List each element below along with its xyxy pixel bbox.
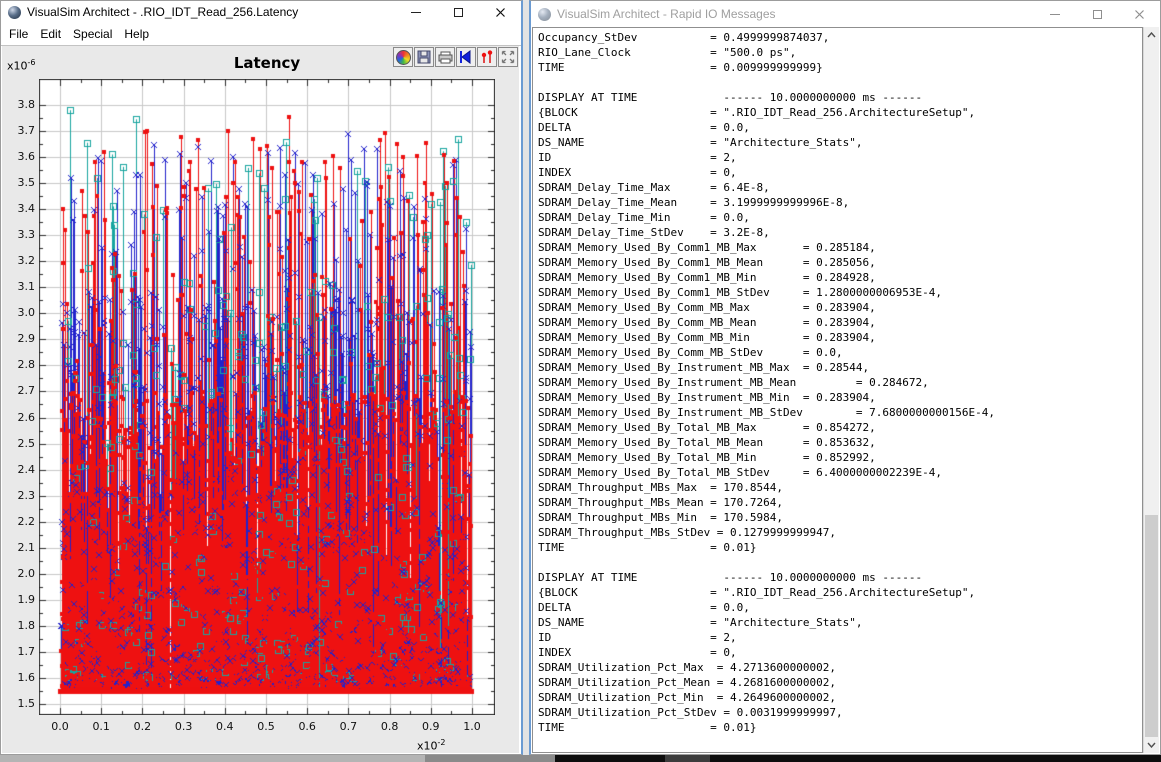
visualsim-app-icon (538, 7, 551, 21)
messages-window-titlebar[interactable]: VisualSim Architect - Rapid IO Messages (531, 1, 1160, 27)
plot-window-titlebar[interactable]: VisualSim Architect - .RIO_IDT_Read_256.… (1, 1, 521, 23)
y-tick-label: 2.5 (17, 436, 36, 450)
y-tick-label: 1.9 (17, 592, 36, 606)
maximize-icon (1092, 9, 1102, 19)
plot-panel: Latency x10-6 x10-2 3.8 3.7 3.6 3.5 3.4 3.3 3.… (2, 46, 519, 753)
scrollbar-thumb[interactable] (1145, 515, 1158, 737)
chart-canvas[interactable] (39, 79, 495, 715)
fill-window-button[interactable] (498, 47, 518, 67)
y-tick-label: 3.0 (17, 306, 36, 320)
close-icon (495, 7, 505, 17)
minimize-icon (1050, 13, 1060, 15)
plot-window: VisualSim Architect - .RIO_IDT_Read_256.… (0, 0, 523, 755)
fill-window-icon (501, 50, 515, 64)
x-tick-label: 0.0 (51, 720, 69, 733)
taskbar-segment-mid (425, 755, 555, 762)
messages-window-controls (1034, 1, 1160, 27)
menu-help[interactable]: Help (118, 24, 155, 44)
menu-special[interactable]: Special (67, 24, 118, 44)
messages-window-title: VisualSim Architect - Rapid IO Messages (557, 7, 776, 21)
y-tick-label: 2.6 (17, 410, 36, 424)
maximize-button[interactable] (437, 1, 479, 23)
y-tick-label: 3.7 (17, 124, 36, 138)
plot-window-controls (395, 1, 521, 23)
x-axis-multiplier: x10-2 (417, 738, 446, 753)
taskbar-segment-left (0, 755, 425, 762)
messages-window: VisualSim Architect - Rapid IO Messages … (529, 0, 1161, 755)
y-tick-label: 2.3 (17, 488, 36, 502)
y-tick-label: 3.8 (17, 98, 36, 111)
y-tick-label: 2.0 (17, 566, 36, 580)
y-tick-label: 2.9 (17, 332, 36, 346)
chevron-down-icon (1147, 742, 1156, 748)
scroll-up-button[interactable] (1144, 27, 1159, 43)
y-tick-label: 3.4 (17, 202, 36, 216)
chart-title: Latency (233, 54, 301, 72)
y-tick-label: 3.1 (17, 280, 36, 294)
maximize-icon (453, 7, 463, 17)
y-tick-label: 1.8 (17, 618, 36, 632)
y-tick-label: 2.4 (17, 462, 36, 476)
x-tick-label: 0.4 (216, 720, 234, 733)
x-tick-label: 0.8 (380, 720, 399, 733)
chevron-up-icon (1147, 32, 1156, 38)
message-console[interactable]: Occupancy_StDev = 0.4999999874037, RIO_L… (532, 27, 1143, 753)
close-button[interactable] (479, 1, 521, 23)
maximize-button[interactable] (1076, 1, 1118, 27)
visualsim-app-icon (8, 5, 21, 19)
console-text[interactable]: Occupancy_StDev = 0.4999999874037, RIO_L… (538, 30, 1142, 735)
x-tick-label: 1.0 (463, 720, 481, 733)
menu-file[interactable]: File (3, 24, 34, 44)
y-tick-label: 3.2 (17, 254, 36, 268)
x-tick-label: 0.2 (133, 720, 152, 733)
x-tick-label: 0.5 (257, 720, 275, 733)
scroll-down-button[interactable] (1144, 737, 1159, 753)
minimize-button[interactable] (395, 1, 437, 23)
y-tick-label: 2.7 (17, 384, 36, 398)
y-tick-label: 1.6 (17, 670, 36, 684)
taskbar-strip (0, 755, 1161, 762)
y-tick-label: 3.5 (17, 176, 36, 190)
minimize-button[interactable] (1034, 1, 1076, 27)
menu-edit[interactable]: Edit (34, 24, 67, 44)
y-tick-label: 2.1 (17, 540, 36, 554)
y-tick-label: 3.6 (17, 150, 36, 164)
y-tick-label: 3.3 (17, 228, 36, 242)
x-tick-label: 0.6 (298, 720, 316, 733)
y-tick-label: 1.7 (17, 644, 36, 658)
x-tick-label: 0.1 (92, 720, 110, 733)
x-tick-label: 0.9 (422, 720, 440, 733)
y-tick-label: 2.2 (17, 514, 36, 528)
taskbar-segment-item (665, 755, 710, 762)
y-axis-multiplier: x10-6 (7, 58, 36, 73)
close-button[interactable] (1118, 1, 1160, 27)
y-tick-label: 2.8 (17, 358, 36, 372)
minimize-icon (411, 11, 421, 13)
close-icon (1134, 9, 1144, 19)
x-tick-label: 0.7 (339, 720, 358, 733)
vertical-scrollbar[interactable] (1143, 27, 1159, 753)
menu-bar: File Edit Special Help (1, 23, 521, 46)
x-tick-label: 0.3 (174, 720, 193, 733)
plot-window-title: VisualSim Architect - .RIO_IDT_Read_256.… (27, 5, 299, 19)
y-tick-label: 1.5 (17, 697, 36, 710)
